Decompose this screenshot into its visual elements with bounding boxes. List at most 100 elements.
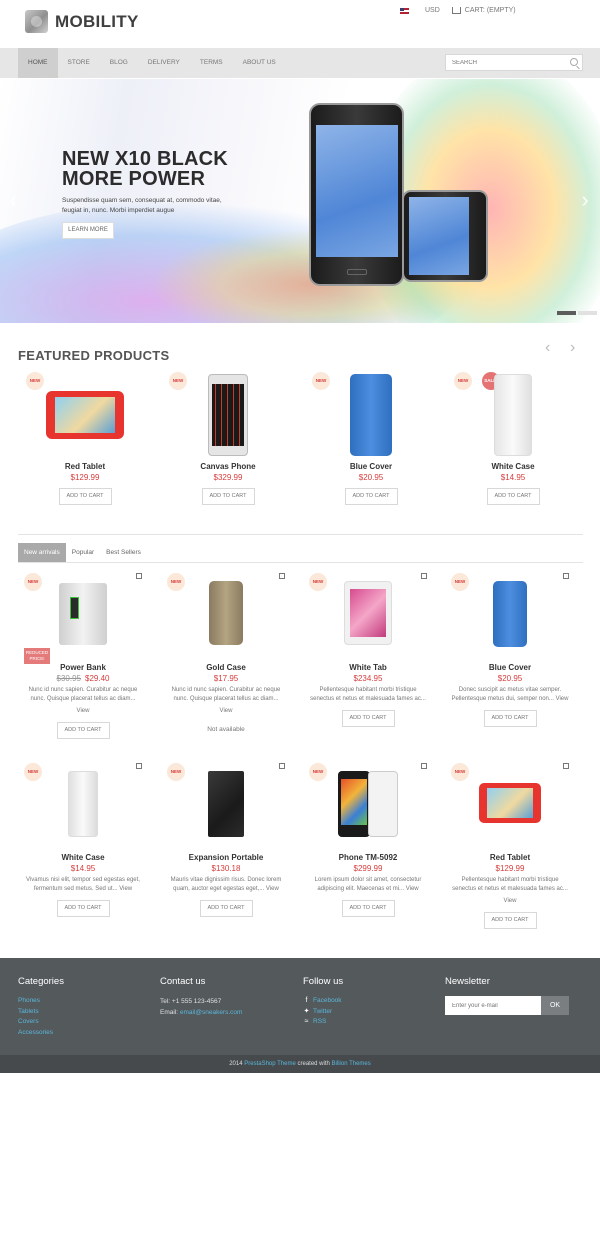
compare-checkbox[interactable] [136,573,142,579]
product-name[interactable]: Canvas Phone [163,462,293,471]
product-name[interactable]: Gold Case [161,663,291,672]
nav-about-us[interactable]: ABOUT US [233,48,286,78]
view-link[interactable]: View [22,707,144,716]
product-image[interactable] [59,583,107,645]
prestashop-theme-link[interactable]: PrestaShop Theme [244,1061,296,1067]
tab-new-arrivals[interactable]: New arrivals [18,543,66,563]
tab-popular[interactable]: Popular [66,543,100,563]
product-name[interactable]: Red Tablet [445,853,575,862]
compare-checkbox[interactable] [563,573,569,579]
newsletter-submit-button[interactable]: OK [541,996,569,1015]
newsletter-email-input[interactable] [445,996,541,1015]
product-image[interactable] [479,783,541,823]
product-image[interactable] [68,771,98,837]
logo-mark [25,10,48,33]
product-name[interactable]: White Tab [303,663,433,672]
cart-label[interactable]: CART: (EMPTY) [465,7,516,14]
footer-link-tablets[interactable]: Tablets [18,1007,64,1018]
product-image[interactable] [494,374,532,456]
product-name[interactable]: Blue Cover [445,663,575,672]
footer-link-accessories[interactable]: Accessories [18,1028,64,1039]
product-name[interactable]: Red Tablet [20,462,150,471]
product-image[interactable] [208,771,244,837]
add-to-cart-button[interactable]: ADD TO CART [199,900,253,917]
featured-product: NEW Red Tablet $129.99 ADD TO CART [20,372,150,505]
slider-dot-2[interactable] [578,311,597,315]
compare-checkbox[interactable] [136,763,142,769]
currency-selector[interactable]: USD [425,7,440,14]
us-flag-icon[interactable] [400,7,409,14]
social-twitter[interactable]: ✦ Twitter [303,1007,343,1018]
slider-pagination [555,311,597,315]
nav-home[interactable]: HOME [18,48,58,78]
slider-prev-icon[interactable]: ‹ [6,188,20,212]
add-to-cart-button[interactable]: ADD TO CART [483,912,537,929]
footer-categories-title: Categories [18,976,64,987]
nav-store[interactable]: STORE [58,48,100,78]
view-link[interactable]: View [406,886,419,892]
logo[interactable]: MOBILITY [25,10,139,33]
add-to-cart-button[interactable]: ADD TO CART [483,710,537,727]
product-image[interactable] [338,771,398,837]
view-link[interactable]: View [556,696,569,702]
product-image[interactable] [208,374,248,456]
grid-product: NEW Phone TM-5092 $299.99 Lorem ipsum do… [303,763,433,917]
add-to-cart-button[interactable]: ADD TO CART [56,900,110,917]
footer-link-covers[interactable]: Covers [18,1017,64,1028]
compare-checkbox[interactable] [421,763,427,769]
tab-best-sellers[interactable]: Best Sellers [100,543,147,563]
product-name[interactable]: White Case [18,853,148,862]
old-price: $30.95 [56,674,81,683]
product-image[interactable] [46,391,124,439]
slide-text: Suspendisse quam sem, consequat at, comm… [62,197,222,214]
site-footer: Categories Phones Tablets Covers Accesso… [0,958,600,1055]
learn-more-button[interactable]: LEARN MORE [62,222,114,239]
view-link[interactable]: View [266,886,279,892]
featured-prev-icon[interactable]: ‹ [545,339,550,357]
view-link[interactable]: View [165,707,287,716]
footer-link-phones[interactable]: Phones [18,996,64,1007]
product-price: $14.95 [500,473,526,482]
compare-checkbox[interactable] [279,573,285,579]
nav-terms[interactable]: TERMS [190,48,233,78]
add-to-cart-button[interactable]: ADD TO CART [201,488,255,505]
view-link[interactable]: View [119,886,132,892]
product-name[interactable]: Phone TM-5092 [303,853,433,862]
featured-next-icon[interactable]: › [570,339,575,357]
add-to-cart-button[interactable]: ADD TO CART [58,488,112,505]
search-icon[interactable] [570,58,578,66]
view-link[interactable]: View [449,897,571,906]
social-rss[interactable]: ≈ RSS [303,1017,343,1028]
add-to-cart-button[interactable]: ADD TO CART [341,710,395,727]
add-to-cart-button[interactable]: ADD TO CART [344,488,398,505]
product-description: Vivamus nisi elit, tempor sed egestas eg… [26,877,140,892]
product-image[interactable] [344,581,392,645]
add-to-cart-button[interactable]: ADD TO CART [56,722,110,739]
product-name[interactable]: Blue Cover [306,462,436,471]
compare-checkbox[interactable] [563,763,569,769]
search-input[interactable] [446,55,566,70]
product-name[interactable]: Power Bank [18,663,148,672]
nav-blog[interactable]: BLOG [100,48,138,78]
slider-dot-1[interactable] [557,311,576,315]
grid-product: NEW White Case $14.95 Vivamus nisi elit,… [18,763,148,917]
new-badge: NEW [167,763,185,781]
phone-image-small [402,190,488,282]
contact-email-link[interactable]: email@sneakers.com [180,1009,243,1016]
product-image[interactable] [209,581,243,645]
product-name[interactable]: White Case [448,462,578,471]
product-image[interactable] [493,581,527,647]
slider-next-icon[interactable]: › [578,188,592,212]
billion-themes-link[interactable]: Billion Themes [332,1061,371,1067]
footer-newsletter: Newsletter OK [445,976,569,1015]
nav-delivery[interactable]: DELIVERY [138,48,190,78]
product-image[interactable] [350,374,392,456]
add-to-cart-button[interactable]: ADD TO CART [341,900,395,917]
social-facebook[interactable]: f Facebook [303,996,343,1007]
product-name[interactable]: Expansion Portable [161,853,291,862]
add-to-cart-button[interactable]: ADD TO CART [486,488,540,505]
compare-checkbox[interactable] [279,763,285,769]
grid-product: NEW Gold Case $17.95 Nunc id nunc sapien… [161,573,291,733]
compare-checkbox[interactable] [421,573,427,579]
footer-newsletter-title: Newsletter [445,976,490,987]
